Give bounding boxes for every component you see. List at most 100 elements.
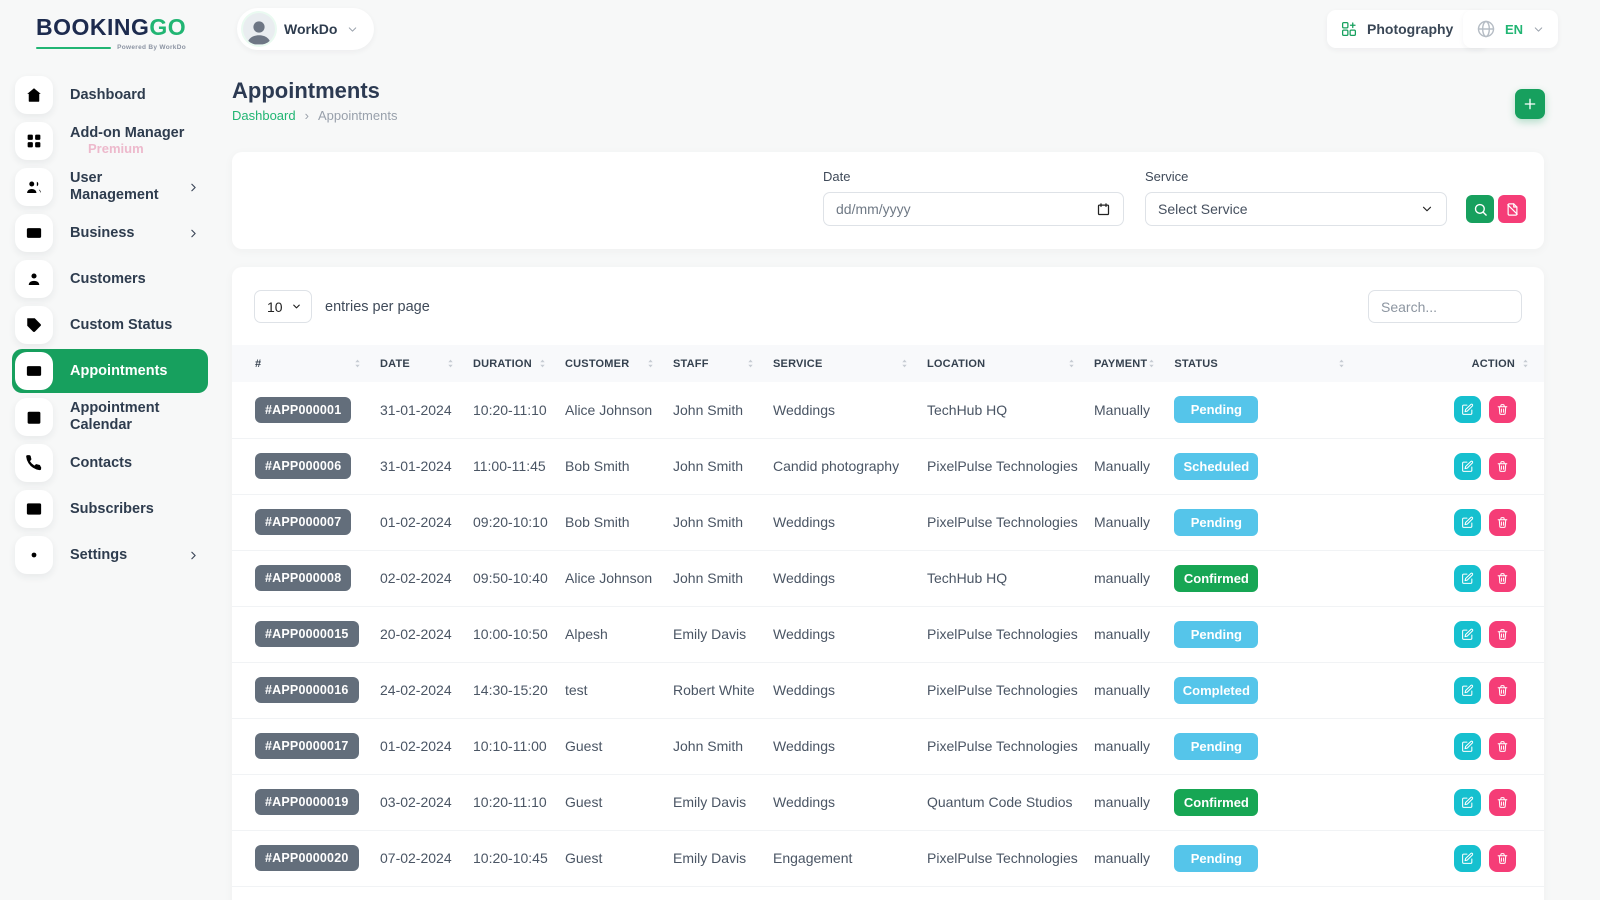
filter-search-button[interactable] xyxy=(1466,195,1494,223)
delete-button[interactable] xyxy=(1489,453,1516,480)
payment-cell: Manually xyxy=(1086,438,1166,494)
delete-button[interactable] xyxy=(1489,733,1516,760)
date-input[interactable]: dd/mm/yyyy xyxy=(823,192,1124,226)
column-header-label: PAYMENT xyxy=(1094,358,1147,370)
edit-button[interactable] xyxy=(1454,789,1481,816)
sidebar-item-label: Appointment Calendar xyxy=(70,400,200,433)
sidebar-item-dashboard[interactable]: Dashboard xyxy=(12,73,208,117)
delete-button[interactable] xyxy=(1489,565,1516,592)
sort-icon[interactable] xyxy=(1337,357,1346,370)
sidebar-item-label: Add-on Manager xyxy=(70,125,200,142)
breadcrumb-separator: › xyxy=(305,108,309,123)
sidebar-item-user-management[interactable]: User Management xyxy=(12,165,208,209)
payment-cell: Manually xyxy=(1086,382,1166,438)
column-header--[interactable]: # xyxy=(232,345,372,382)
column-header-customer[interactable]: CUSTOMER xyxy=(557,345,665,382)
sidebar-item-custom-status[interactable]: Custom Status xyxy=(12,303,208,347)
trash-icon xyxy=(1496,628,1509,641)
sort-icon[interactable] xyxy=(1067,357,1076,370)
column-header-status[interactable]: STATUS xyxy=(1166,345,1356,382)
status-badge: Pending xyxy=(1174,845,1258,872)
delete-button[interactable] xyxy=(1489,396,1516,423)
sidebar-item-subscribers[interactable]: Subscribers xyxy=(12,487,208,531)
edit-icon xyxy=(1461,516,1474,529)
service-cell: Weddings xyxy=(765,774,919,830)
sort-icon[interactable] xyxy=(538,357,547,370)
delete-button[interactable] xyxy=(1489,621,1516,648)
trash-icon xyxy=(1496,572,1509,585)
edit-button[interactable] xyxy=(1454,733,1481,760)
sort-icon[interactable] xyxy=(1521,357,1530,370)
entries-per-page-select[interactable]: 10 xyxy=(254,290,312,323)
sidebar-item-customers[interactable]: Customers xyxy=(12,257,208,301)
date-cell: 07-02-2024 xyxy=(372,830,465,886)
date-placeholder: dd/mm/yyyy xyxy=(836,201,911,217)
status-badge: Pending xyxy=(1174,396,1258,423)
brand-name-secondary: GO xyxy=(149,14,186,40)
appointment-id-badge: #APP0000020 xyxy=(255,845,359,871)
search-icon xyxy=(1473,202,1488,217)
edit-button[interactable] xyxy=(1454,677,1481,704)
date-cell: 03-02-2024 xyxy=(372,774,465,830)
status-badge: Confirmed xyxy=(1174,565,1258,592)
sort-icon[interactable] xyxy=(746,357,755,370)
delete-button[interactable] xyxy=(1489,509,1516,536)
table-row: #APP000002007-02-202410:20-10:45GuestEmi… xyxy=(232,830,1544,886)
sort-icon[interactable] xyxy=(1147,357,1156,370)
edit-button[interactable] xyxy=(1454,509,1481,536)
language-switcher[interactable]: EN xyxy=(1463,10,1558,48)
edit-button[interactable] xyxy=(1454,845,1481,872)
edit-button[interactable] xyxy=(1454,396,1481,423)
column-header-payment[interactable]: PAYMENT xyxy=(1086,345,1166,382)
sort-icon[interactable] xyxy=(446,357,455,370)
staff-cell: John Smith xyxy=(665,718,765,774)
sort-icon[interactable] xyxy=(353,357,362,370)
column-header-duration[interactable]: DURATION xyxy=(465,345,557,382)
column-header-date[interactable]: DATE xyxy=(372,345,465,382)
delete-button[interactable] xyxy=(1489,845,1516,872)
duration-cell: 10:20-11:10 xyxy=(465,774,557,830)
edit-button[interactable] xyxy=(1454,621,1481,648)
sidebar-item-settings[interactable]: Settings xyxy=(12,533,208,577)
language-code: EN xyxy=(1505,22,1523,37)
date-cell: 31-01-2024 xyxy=(372,382,465,438)
workspace-switcher[interactable]: WorkDo xyxy=(237,8,374,50)
staff-cell: John Smith xyxy=(665,382,765,438)
column-header-location[interactable]: LOCATION xyxy=(919,345,1086,382)
breadcrumb-dashboard-link[interactable]: Dashboard xyxy=(232,108,296,123)
column-header-action[interactable]: ACTION xyxy=(1356,345,1544,382)
column-header-staff[interactable]: STAFF xyxy=(665,345,765,382)
location-cell: Quantum Code Studios xyxy=(919,774,1086,830)
add-appointment-button[interactable] xyxy=(1515,89,1545,119)
column-header-service[interactable]: SERVICE xyxy=(765,345,919,382)
column-header-label: CUSTOMER xyxy=(565,358,629,370)
brand-logo[interactable]: BOOKINGGO Powered By WorkDo xyxy=(0,14,218,51)
sidebar-item-business[interactable]: Business xyxy=(12,211,208,255)
service-select[interactable]: Select Service xyxy=(1145,192,1447,226)
appointments-table: #DATEDURATION CUSTOMER STAFFSERVICELOCATIO… xyxy=(232,345,1544,887)
edit-icon xyxy=(1461,403,1474,416)
service-cell: Candid photography xyxy=(765,438,919,494)
delete-button[interactable] xyxy=(1489,677,1516,704)
service-cell: Weddings xyxy=(765,718,919,774)
delete-button[interactable] xyxy=(1489,789,1516,816)
calendar-icon xyxy=(15,398,53,436)
sidebar-item-contacts[interactable]: Contacts xyxy=(12,441,208,485)
chevron-right-icon xyxy=(187,227,200,240)
chevron-down-icon xyxy=(291,301,302,312)
sidebar-item-appointments[interactable]: Appointments xyxy=(12,349,208,393)
payment-cell: manually xyxy=(1086,606,1166,662)
page-title: Appointments xyxy=(232,78,380,104)
edit-button[interactable] xyxy=(1454,453,1481,480)
appointment-id-badge: #APP000007 xyxy=(255,509,351,535)
edit-button[interactable] xyxy=(1454,565,1481,592)
sidebar: BOOKINGGO Powered By WorkDo DashboardAdd… xyxy=(0,0,218,900)
table-search-input[interactable] xyxy=(1368,290,1522,323)
sort-icon[interactable] xyxy=(646,357,655,370)
sidebar-item-appointment-calendar[interactable]: Appointment Calendar xyxy=(12,395,208,439)
filter-clear-button[interactable] xyxy=(1498,195,1526,223)
sort-icon[interactable] xyxy=(900,357,909,370)
service-cell: Weddings xyxy=(765,662,919,718)
sidebar-item-add-on-manager[interactable]: Add-on ManagerPremium xyxy=(12,119,208,163)
gear-icon xyxy=(15,536,53,574)
